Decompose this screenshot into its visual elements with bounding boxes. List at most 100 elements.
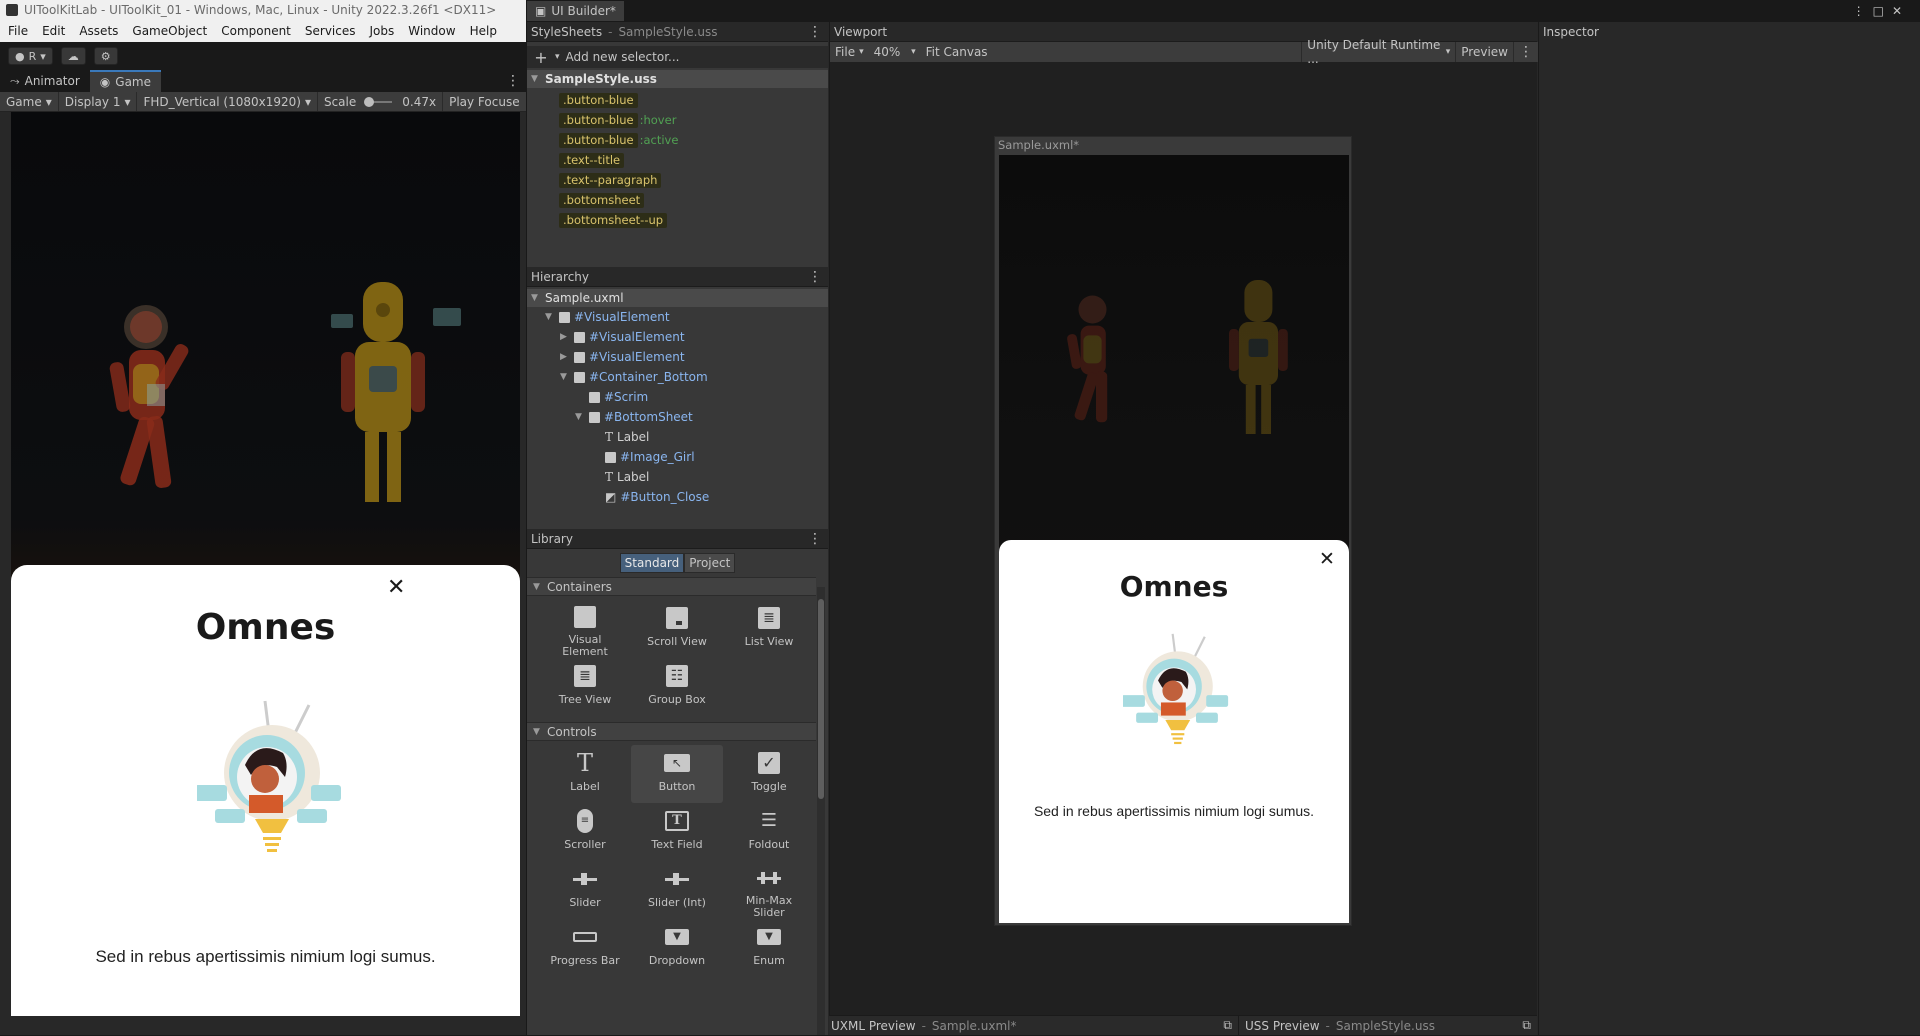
library-item-foldout[interactable]: ☰ Foldout — [723, 803, 815, 861]
library-item-text-field[interactable]: T Text Field — [631, 803, 723, 861]
hierarchy-item[interactable]: #Image_Girl — [527, 447, 828, 467]
resolution-dropdown[interactable]: FHD_Vertical (1080x1920) ▾ — [137, 92, 318, 111]
library-item-min-max-slider[interactable]: Min-Max Slider — [723, 861, 815, 919]
kebab-menu-icon[interactable]: ⋮ — [808, 24, 822, 40]
library-item-list-view[interactable]: ≣ List View — [723, 600, 815, 658]
hierarchy-item[interactable]: ▶ #VisualElement — [527, 347, 828, 367]
menu-component[interactable]: Component — [221, 24, 291, 38]
open-external-icon[interactable]: ⧉ — [1223, 1018, 1232, 1033]
controls-section-header[interactable]: ▼ Controls — [527, 722, 816, 741]
expand-arrow-icon[interactable]: ▼ — [560, 372, 570, 382]
hierarchy-item[interactable]: ▶ #VisualElement — [527, 327, 828, 347]
menu-jobs[interactable]: Jobs — [370, 24, 395, 38]
viewport-file-menu[interactable]: File ▾ — [830, 42, 869, 62]
account-button[interactable]: ● R ▾ — [8, 47, 53, 65]
slider-thumb[interactable] — [364, 96, 375, 107]
selector-item[interactable]: .bottomsheet--up — [559, 210, 828, 230]
menu-assets[interactable]: Assets — [79, 24, 118, 38]
canvas[interactable]: ✕ Omnes Sed in rebus apertissimis nimium… — [999, 155, 1349, 923]
hierarchy-item[interactable]: ◩ #Button_Close — [527, 487, 828, 507]
menu-window[interactable]: Window — [408, 24, 455, 38]
hierarchy-item[interactable]: ▼ #BottomSheet — [527, 407, 828, 427]
zoom-field[interactable]: 40% ▾ — [869, 42, 921, 62]
canvas-bottom-sheet[interactable]: ✕ Omnes Sed in rebus apertissimis nimium… — [999, 540, 1349, 923]
kebab-menu-icon[interactable]: ⋮ — [506, 73, 520, 89]
uxml-preview-header[interactable]: UXML Preview - Sample.uxml* ⧉ — [829, 1015, 1239, 1036]
hierarchy-root-row[interactable]: ▼ Sample.uxml — [527, 289, 828, 307]
scale-control[interactable]: Scale 0.47x — [318, 92, 444, 111]
menu-help[interactable]: Help — [470, 24, 497, 38]
viewport-kebab[interactable]: ⋮ — [1513, 42, 1538, 62]
collapse-arrow-icon[interactable]: ▶ — [560, 352, 570, 362]
selector-item[interactable]: .button-blue:hover — [559, 110, 828, 130]
game-mode-dropdown[interactable]: Game ▾ — [0, 92, 59, 111]
kebab-menu-icon[interactable]: ⋮ — [808, 531, 822, 547]
library-item-scroll-view[interactable]: Scroll View — [631, 600, 723, 658]
menu-services[interactable]: Services — [305, 24, 356, 38]
expand-arrow-icon[interactable]: ▼ — [533, 727, 543, 737]
kebab-menu-icon[interactable]: ⋮ — [1853, 4, 1873, 18]
cloud-button[interactable]: ☁ — [60, 47, 86, 65]
library-item-scroller[interactable]: ≡ Scroller — [539, 803, 631, 861]
close-icon[interactable]: ✕ — [387, 575, 405, 600]
expand-arrow-icon[interactable]: ▼ — [531, 293, 541, 303]
selector-item[interactable]: .button-blue:active — [559, 130, 828, 150]
menu-gameobject[interactable]: GameObject — [132, 24, 207, 38]
selector-item[interactable]: .text--title — [559, 150, 828, 170]
menu-edit[interactable]: Edit — [42, 24, 65, 38]
library-item-tree-view[interactable]: ≣ Tree View — [539, 658, 631, 716]
library-item-toggle[interactable]: ✓ Toggle — [723, 745, 815, 803]
settings-button[interactable]: ⚙ — [93, 47, 118, 65]
maximize-icon[interactable]: □ — [1873, 4, 1892, 18]
library-item-slider[interactable]: Slider — [539, 861, 631, 919]
plus-icon[interactable]: + — [527, 48, 555, 67]
stylesheet-file-row[interactable]: ▼ SampleStyle.uss — [527, 70, 828, 88]
tab-project[interactable]: Project — [684, 553, 736, 573]
library-item-label: Scroller — [564, 838, 606, 851]
preview-toggle[interactable]: Preview — [1455, 42, 1513, 62]
hierarchy-item[interactable]: #Scrim — [527, 387, 828, 407]
library-item-button[interactable]: ↖ Button — [631, 745, 723, 803]
hierarchy-item-label: Label — [617, 470, 650, 484]
tab-standard[interactable]: Standard — [619, 553, 685, 573]
selector-item[interactable]: .text--paragraph — [559, 170, 828, 190]
library-item-visual-element[interactable]: Visual Element — [539, 600, 631, 658]
display-dropdown[interactable]: Display 1 ▾ — [59, 92, 138, 111]
close-icon[interactable]: ✕ — [1892, 4, 1910, 18]
expand-arrow-icon[interactable]: ▼ — [531, 74, 541, 84]
expand-arrow-icon[interactable]: ▼ — [533, 582, 543, 592]
kebab-menu-icon[interactable]: ⋮ — [808, 269, 822, 285]
library-scrollbar[interactable] — [817, 587, 825, 1035]
library-item-dropdown[interactable]: ▼ Dropdown — [631, 919, 723, 977]
play-focus-dropdown[interactable]: Play Focuse — [443, 92, 526, 111]
library-item-slider-int[interactable]: Slider (Int) — [631, 861, 723, 919]
expand-arrow-icon[interactable]: ▼ — [575, 412, 585, 422]
collapse-arrow-icon[interactable]: ▶ — [560, 332, 570, 342]
open-external-icon[interactable]: ⧉ — [1522, 1018, 1531, 1033]
add-selector-input[interactable]: Add new selector... — [566, 50, 828, 64]
selector-item[interactable]: .button-blue — [559, 90, 828, 110]
hierarchy-item[interactable]: T Label — [527, 467, 828, 487]
selector-item[interactable]: .bottomsheet — [559, 190, 828, 210]
chevron-down-icon[interactable]: ▾ — [555, 52, 560, 62]
menu-file[interactable]: File — [8, 24, 28, 38]
library-item-label-control[interactable]: T Label — [539, 745, 631, 803]
library-item-group-box[interactable]: ☷ Group Box — [631, 658, 723, 716]
scrollbar-thumb[interactable] — [818, 599, 824, 799]
library-item-progress-bar[interactable]: Progress Bar — [539, 919, 631, 977]
hierarchy-item[interactable]: ▼ #VisualElement — [527, 307, 828, 327]
tab-animator[interactable]: ⤳ Animator — [0, 70, 90, 92]
expand-arrow-icon[interactable]: ▼ — [545, 312, 555, 322]
tab-game[interactable]: ◉ Game — [89, 70, 161, 92]
uss-preview-header[interactable]: USS Preview - SampleStyle.uss ⧉ — [1239, 1016, 1537, 1036]
library-item-enum[interactable]: ▼ Enum — [723, 919, 815, 977]
canvas-frame[interactable]: Sample.uxml* ✕ Omnes Sed in rebus aperti… — [994, 136, 1352, 926]
fit-canvas-button[interactable]: Fit Canvas — [921, 42, 993, 62]
close-icon[interactable]: ✕ — [1319, 548, 1335, 570]
theme-dropdown[interactable]: Unity Default Runtime ... ▾ — [1301, 38, 1455, 66]
hierarchy-item[interactable]: T Label — [527, 427, 828, 447]
tab-ui-builder[interactable]: ▣ UI Builder* — [527, 1, 624, 21]
hierarchy-item[interactable]: ▼ #Container_Bottom — [527, 367, 828, 387]
scale-slider[interactable] — [364, 96, 393, 107]
containers-section-header[interactable]: ▼ Containers — [527, 577, 816, 596]
